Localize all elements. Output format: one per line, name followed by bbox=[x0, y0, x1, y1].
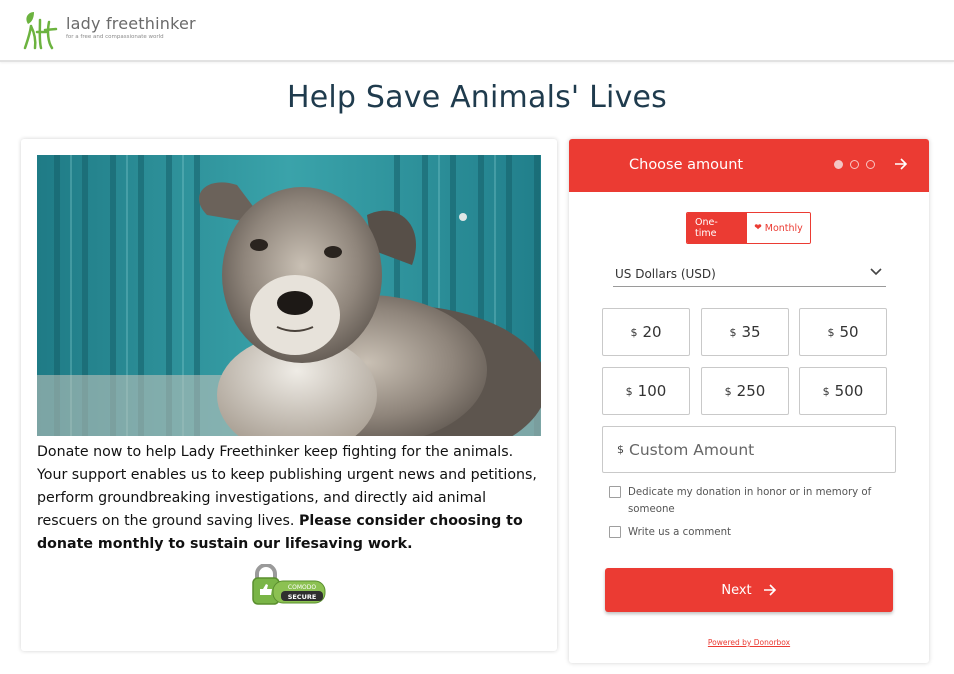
comment-option[interactable]: Write us a comment bbox=[609, 524, 731, 541]
brand-tagline: for a free and compassionate world bbox=[66, 34, 164, 40]
dedicate-option[interactable]: Dedicate my donation in honor or in memo… bbox=[609, 484, 889, 518]
amount-value: 35 bbox=[741, 323, 761, 341]
comment-checkbox[interactable] bbox=[609, 526, 621, 538]
custom-amount-field: $ bbox=[602, 426, 896, 473]
currency-symbol: $ bbox=[822, 384, 830, 398]
currency-symbol: $ bbox=[617, 443, 624, 456]
amount-option-250[interactable]: $250 bbox=[701, 367, 789, 415]
step-title: Choose amount bbox=[629, 157, 744, 173]
one-time-button[interactable]: One-time bbox=[687, 213, 747, 243]
currency-symbol: $ bbox=[724, 384, 732, 398]
arrow-right-icon[interactable] bbox=[894, 156, 908, 175]
currency-symbol: $ bbox=[625, 384, 633, 398]
monthly-button[interactable]: ❤ Monthly bbox=[747, 213, 810, 243]
puppy-photo bbox=[37, 155, 541, 436]
amount-option-20[interactable]: $20 bbox=[602, 308, 690, 356]
step-header: Choose amount bbox=[569, 139, 929, 192]
site-header: lady freethinker for a free and compassi… bbox=[0, 0, 954, 62]
dedicate-label: Dedicate my donation in honor or in memo… bbox=[628, 487, 872, 515]
amount-value: 50 bbox=[839, 323, 859, 341]
campaign-card: Donate now to help Lady Freethinker keep… bbox=[21, 139, 557, 651]
currency-symbol: $ bbox=[630, 325, 638, 339]
page-title: Help Save Animals' Lives bbox=[286, 80, 668, 115]
badge-bottom-text: SECURE bbox=[288, 593, 317, 601]
currency-value: US Dollars (USD) bbox=[615, 267, 716, 281]
comodo-secure-badge: COMODO SECURE bbox=[251, 563, 329, 608]
brand-logo[interactable]: lady freethinker for a free and compassi… bbox=[22, 10, 196, 52]
leaf-logo-icon bbox=[22, 10, 62, 52]
amount-value: 250 bbox=[736, 382, 766, 400]
custom-amount-input[interactable] bbox=[629, 440, 879, 459]
amount-option-35[interactable]: $35 bbox=[701, 308, 789, 356]
brand-name: lady freethinker bbox=[66, 14, 196, 33]
arrow-right-icon bbox=[763, 583, 777, 597]
monthly-label: Monthly bbox=[764, 222, 803, 234]
step-dot-3 bbox=[866, 160, 875, 169]
comment-label: Write us a comment bbox=[628, 527, 732, 538]
donation-form: Choose amount One-time ❤ Monthly US Doll… bbox=[569, 139, 929, 663]
chevron-down-icon bbox=[870, 265, 882, 277]
dedicate-checkbox[interactable] bbox=[609, 486, 621, 498]
next-label: Next bbox=[721, 582, 752, 598]
amount-option-50[interactable]: $50 bbox=[799, 308, 887, 356]
step-dot-2 bbox=[850, 160, 859, 169]
powered-by-link[interactable]: Powered by Donorbox bbox=[569, 638, 929, 647]
currency-symbol: $ bbox=[827, 325, 835, 339]
next-button[interactable]: Next bbox=[605, 568, 893, 612]
amount-value: 500 bbox=[834, 382, 864, 400]
currency-symbol: $ bbox=[729, 325, 737, 339]
campaign-description: Donate now to help Lady Freethinker keep… bbox=[37, 441, 542, 556]
badge-top-text: COMODO bbox=[288, 584, 316, 591]
heart-icon: ❤ bbox=[754, 223, 762, 233]
amount-value: 20 bbox=[642, 323, 662, 341]
currency-select[interactable]: US Dollars (USD) bbox=[613, 264, 886, 287]
amount-option-500[interactable]: $500 bbox=[799, 367, 887, 415]
step-indicator bbox=[834, 160, 875, 169]
amount-option-100[interactable]: $100 bbox=[602, 367, 690, 415]
amount-value: 100 bbox=[637, 382, 667, 400]
frequency-toggle: One-time ❤ Monthly bbox=[686, 212, 811, 244]
step-dot-1 bbox=[834, 160, 843, 169]
